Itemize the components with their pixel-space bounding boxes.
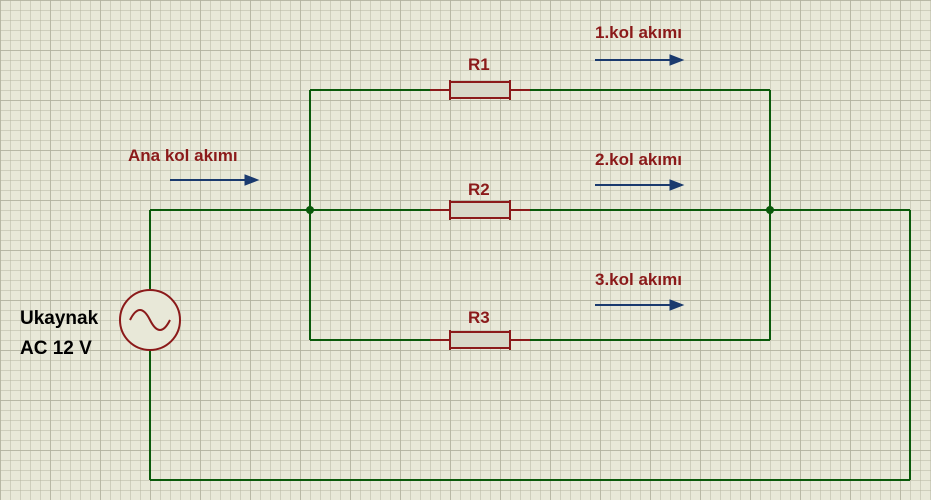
main-branch-label: Ana kol akımı [128, 146, 238, 166]
branch2-label: 2.kol akımı [595, 150, 682, 170]
main-current-arrow [170, 175, 258, 185]
branch1-label: 1.kol akımı [595, 23, 682, 43]
source-voltage-label: AC 12 V [20, 338, 92, 360]
r3-label: R3 [468, 308, 490, 328]
branch3-label: 3.kol akımı [595, 270, 682, 290]
resistor-r3 [430, 330, 530, 350]
branch1-current-arrow [595, 55, 683, 65]
junction-dot [766, 206, 774, 214]
junction-dot [306, 206, 314, 214]
r1-label: R1 [468, 55, 490, 75]
branch2-current-arrow [595, 180, 683, 190]
circuit-diagram [0, 0, 931, 500]
resistor-r1 [430, 80, 530, 100]
resistor-r2 [430, 200, 530, 220]
r2-label: R2 [468, 180, 490, 200]
source-name-label: Ukaynak [20, 308, 98, 330]
branch3-current-arrow [595, 300, 683, 310]
